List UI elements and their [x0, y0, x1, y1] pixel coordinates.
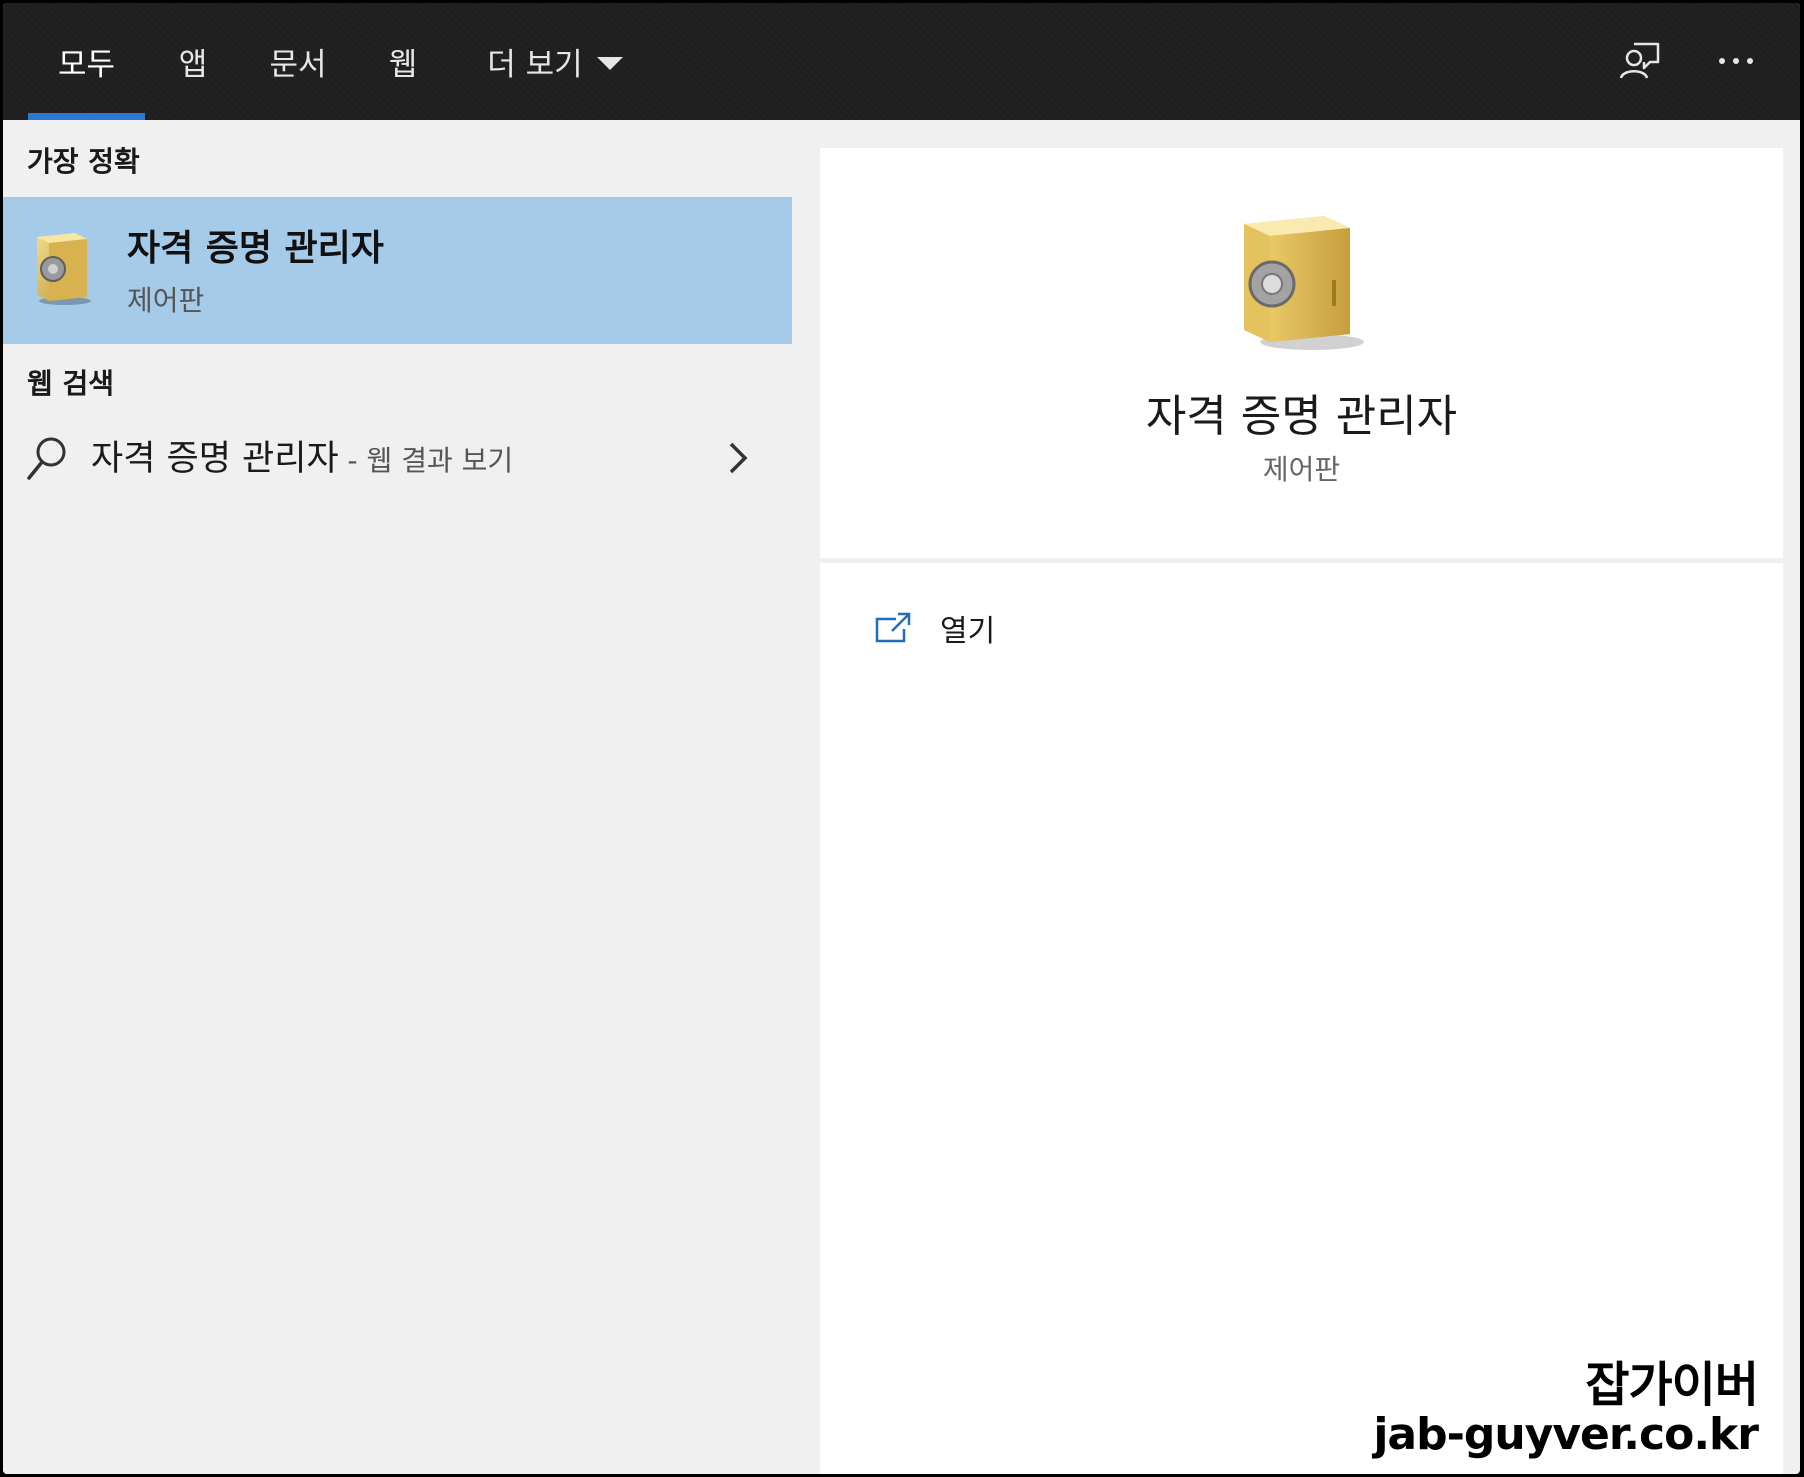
search-window: 모두 앱 문서 웹 더 보기 가장 정확 자격 증명 관리자 제어판 웹 검색 … [3, 3, 1800, 1474]
feedback-button[interactable] [1611, 33, 1667, 89]
web-search-query: 자격 증명 관리자 - 웹 결과 보기 [91, 430, 513, 481]
watermark-title: 잡가이버 [1585, 1357, 1759, 1413]
tab-more-dropdown[interactable]: 더 보기 [475, 3, 635, 120]
detail-subtitle: 제어판 [1262, 453, 1341, 486]
feedback-person-icon [1619, 42, 1660, 79]
tab-apps[interactable]: 앱 [163, 3, 223, 120]
tab-more-label: 더 보기 [487, 47, 583, 83]
best-match-result[interactable]: 자격 증명 관리자 제어판 [3, 197, 792, 344]
tab-active-indicator [28, 113, 145, 120]
tab-documents[interactable]: 문서 [253, 3, 343, 120]
detail-actions: 열기 [820, 563, 1783, 1474]
open-action-label: 열기 [940, 614, 996, 649]
web-search-suffix: - 웹 결과 보기 [338, 444, 514, 477]
open-action[interactable]: 열기 [874, 603, 995, 653]
caret-down-icon [596, 57, 623, 70]
web-search-result[interactable]: 자격 증명 관리자 - 웹 결과 보기 [3, 420, 792, 496]
tab-apps-label: 앱 [178, 47, 208, 83]
search-icon [27, 437, 66, 480]
chevron-right-icon[interactable] [725, 438, 751, 478]
detail-title: 자격 증명 관리자 [1145, 391, 1458, 442]
best-match-heading: 가장 정확 [27, 145, 140, 178]
search-filter-bar: 모두 앱 문서 웹 더 보기 [3, 3, 1800, 120]
detail-header: 자격 증명 관리자 제어판 [820, 148, 1783, 558]
web-search-heading: 웹 검색 [27, 367, 115, 400]
tab-all-label: 모두 [57, 47, 116, 83]
ellipsis-icon [1719, 58, 1753, 64]
tab-web-label: 웹 [388, 47, 418, 83]
credential-safe-large-icon [1244, 216, 1364, 350]
tab-all[interactable]: 모두 [28, 3, 145, 120]
tab-web[interactable]: 웹 [373, 3, 433, 120]
more-options-button[interactable] [1708, 33, 1764, 89]
best-match-subtitle: 제어판 [127, 284, 205, 317]
best-match-title: 자격 증명 관리자 [127, 228, 384, 269]
tab-documents-label: 문서 [269, 47, 327, 83]
credential-safe-icon [37, 233, 91, 305]
open-external-icon [875, 612, 911, 643]
watermark-url: jab-guyver.co.kr [1373, 1409, 1759, 1460]
web-search-query-text: 자격 증명 관리자 [91, 439, 339, 479]
results-panel: 가장 정확 자격 증명 관리자 제어판 웹 검색 자격 증명 관리자 - 웹 결… [3, 120, 792, 1474]
